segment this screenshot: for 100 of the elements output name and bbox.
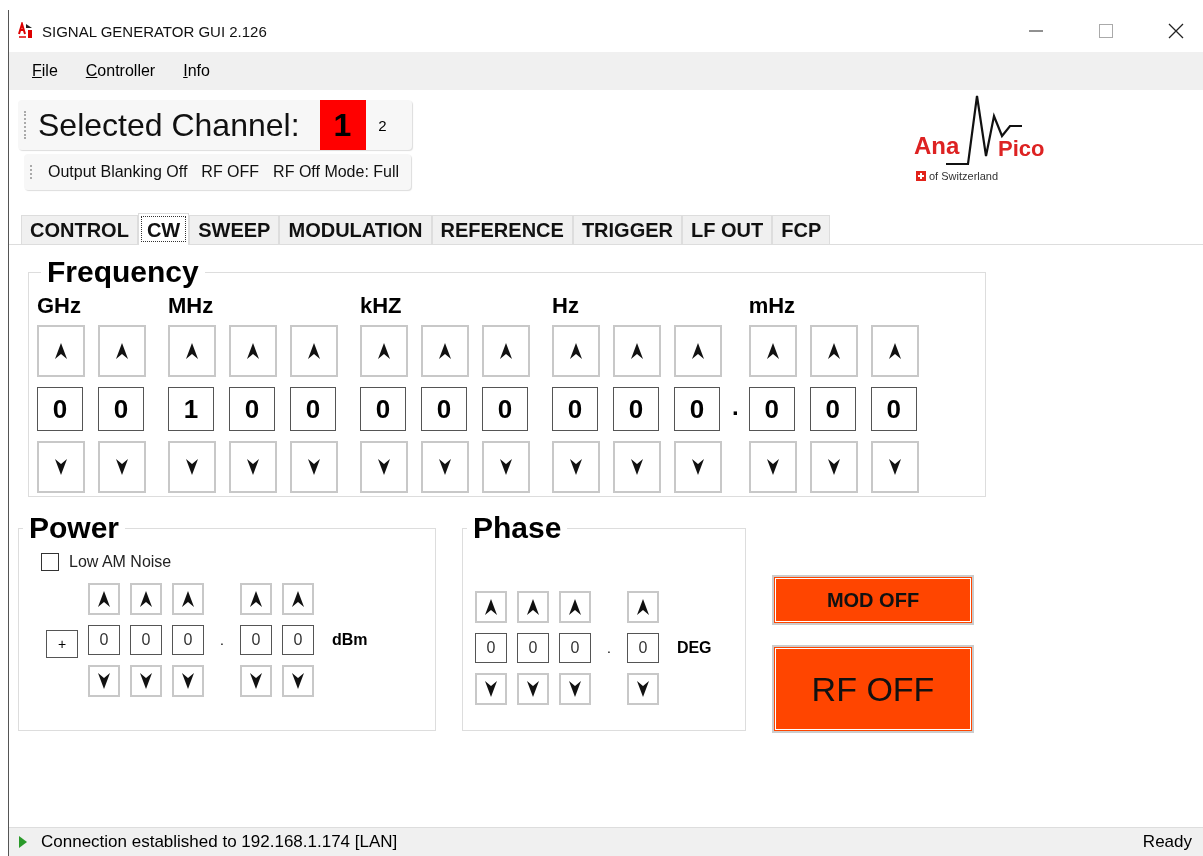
digit-field[interactable]: 0 — [360, 387, 406, 431]
increment-button[interactable] — [475, 591, 507, 623]
digit-field[interactable]: 0 — [626, 633, 659, 663]
increment-button[interactable] — [168, 325, 216, 377]
digit-field[interactable]: 0 — [229, 387, 275, 431]
digit-field[interactable]: 0 — [37, 387, 83, 431]
digit-field[interactable]: 0 — [517, 633, 549, 663]
channel-button[interactable]: 1 — [319, 100, 366, 150]
digit-field[interactable]: 0 — [674, 387, 720, 431]
modulation-button[interactable]: MOD OFF — [772, 575, 974, 625]
decrement-button[interactable] — [98, 441, 146, 493]
rf-button[interactable]: RF OFF — [772, 645, 974, 733]
digit-field[interactable]: 0 — [552, 387, 598, 431]
channel-button[interactable]: 2 — [365, 100, 400, 150]
decrement-button[interactable] — [360, 441, 408, 493]
close-icon[interactable] — [1168, 23, 1184, 39]
decrement-button[interactable] — [626, 673, 659, 705]
decrement-button[interactable] — [482, 441, 530, 493]
decrement-button[interactable] — [421, 441, 469, 493]
digit-field[interactable]: 0 — [130, 625, 162, 655]
increment-button[interactable] — [290, 325, 338, 377]
decrement-button[interactable] — [168, 441, 216, 493]
digit-field[interactable]: 0 — [281, 625, 314, 655]
increment-button[interactable] — [421, 325, 469, 377]
digit-field[interactable]: 0 — [172, 625, 204, 655]
decrement-button[interactable] — [239, 665, 272, 697]
tab[interactable]: SWEEP — [189, 215, 280, 244]
increment-button[interactable] — [613, 325, 661, 377]
increment-button[interactable] — [229, 325, 277, 377]
decrement-button[interactable] — [172, 665, 204, 697]
digit-field[interactable]: 0 — [870, 387, 917, 431]
digit-field[interactable]: 0 — [559, 633, 591, 663]
decrement-button[interactable] — [674, 441, 722, 493]
tab[interactable]: FCP — [772, 215, 831, 244]
decrement-button[interactable] — [870, 441, 919, 493]
menu-item[interactable]: File — [32, 62, 58, 80]
down-arrow-icon — [247, 459, 259, 475]
checkbox[interactable] — [41, 553, 59, 571]
digit-field[interactable]: 0 — [98, 387, 144, 431]
increment-button[interactable] — [172, 583, 204, 615]
logo-text: Pico — [998, 136, 1045, 162]
increment-button[interactable] — [517, 591, 549, 623]
checkbox-label: Low AM Noise — [69, 553, 172, 571]
digit-field[interactable]: 0 — [290, 387, 336, 431]
tab[interactable]: REFERENCE — [431, 215, 573, 244]
increment-button[interactable] — [37, 325, 85, 377]
down-arrow-icon — [249, 673, 262, 689]
play-icon — [19, 836, 27, 848]
status-message: Connection established to 192.168.1.174 [LAN] — [41, 832, 398, 852]
increment-button[interactable] — [482, 325, 530, 377]
down-arrow-icon — [308, 459, 320, 475]
increment-button[interactable] — [130, 583, 162, 615]
digit-field[interactable]: 0 — [421, 387, 467, 431]
swiss-flag-icon — [916, 171, 926, 181]
decrement-button[interactable] — [517, 673, 549, 705]
digit-field[interactable]: 0 — [748, 387, 795, 431]
tab[interactable]: MODULATION — [279, 215, 432, 244]
increment-button[interactable] — [559, 591, 591, 623]
increment-button[interactable] — [239, 583, 272, 615]
menu-item[interactable]: Controller — [85, 62, 156, 80]
decrement-button[interactable] — [809, 441, 858, 493]
menu-item[interactable]: Info — [183, 62, 210, 80]
increment-button[interactable] — [360, 325, 408, 377]
decrement-button[interactable] — [559, 673, 591, 705]
tab[interactable]: CONTROL — [21, 215, 138, 244]
decrement-button[interactable] — [748, 441, 797, 493]
tab[interactable]: TRIGGER — [572, 215, 682, 244]
digit-field[interactable]: 0 — [809, 387, 856, 431]
down-arrow-icon — [766, 459, 779, 475]
digit-field[interactable]: 0 — [482, 387, 528, 431]
digit-field[interactable]: 0 — [475, 633, 507, 663]
increment-button[interactable] — [748, 325, 797, 377]
increment-button[interactable] — [674, 325, 722, 377]
decrement-button[interactable] — [475, 673, 507, 705]
down-arrow-icon — [636, 681, 649, 697]
decrement-button[interactable] — [130, 665, 162, 697]
increment-button[interactable] — [98, 325, 146, 377]
decrement-button[interactable] — [37, 441, 85, 493]
decrement-button[interactable] — [552, 441, 600, 493]
tab[interactable]: LF OUT — [682, 215, 773, 244]
down-arrow-icon — [527, 681, 539, 697]
increment-button[interactable] — [88, 583, 120, 615]
decrement-button[interactable] — [88, 665, 120, 697]
tab[interactable]: CW — [137, 213, 190, 245]
digit-field[interactable]: 0 — [613, 387, 659, 431]
increment-button[interactable] — [870, 325, 919, 377]
decrement-button[interactable] — [281, 665, 314, 697]
digit-field[interactable]: 0 — [88, 625, 120, 655]
increment-button[interactable] — [809, 325, 858, 377]
decrement-button[interactable] — [613, 441, 661, 493]
digit-field[interactable]: 1 — [168, 387, 214, 431]
sign-button[interactable]: + — [46, 630, 78, 658]
decrement-button[interactable] — [229, 441, 277, 493]
increment-button[interactable] — [626, 591, 659, 623]
down-arrow-icon — [182, 673, 194, 689]
increment-button[interactable] — [281, 583, 314, 615]
digit-field[interactable]: 0 — [239, 625, 272, 655]
increment-button[interactable] — [552, 325, 600, 377]
unit-label: GHz — [37, 293, 82, 320]
decrement-button[interactable] — [290, 441, 338, 493]
